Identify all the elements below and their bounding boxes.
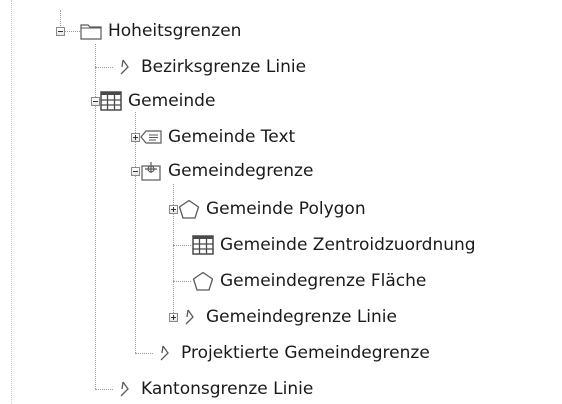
- tree-connector: [173, 245, 191, 246]
- tree-node-gemeinde-zentroidzuordnung[interactable]: Gemeinde Zentroidzuordnung: [192, 232, 476, 258]
- tree-node-gemeinde-text[interactable]: Gemeinde Text: [140, 124, 295, 150]
- line-feature-icon: [153, 342, 175, 364]
- outer-tree-guide: [11, 0, 12, 404]
- tree-node-label: Gemeindegrenze Fläche: [220, 271, 427, 291]
- tree-node-label: Gemeinde Zentroidzuordnung: [220, 235, 476, 255]
- tree-node-bezirksgrenze-linie[interactable]: Bezirksgrenze Linie: [113, 54, 306, 80]
- table-icon: [100, 90, 122, 112]
- tree-node-label: Gemeinde Polygon: [206, 199, 366, 219]
- line-feature-icon: [113, 378, 135, 400]
- collapse-toggle-gemeindegrenze[interactable]: [131, 167, 140, 176]
- tree-connector: [95, 389, 113, 390]
- collapse-toggle-hoheitsgrenzen[interactable]: [56, 27, 65, 36]
- polygon-feature-icon: [178, 198, 200, 220]
- tree-node-gemeinde-polygon[interactable]: Gemeinde Polygon: [178, 196, 366, 222]
- topic-icon: [140, 160, 162, 182]
- table-icon: [192, 234, 214, 256]
- tree-node-label: Kantonsgrenze Linie: [141, 379, 314, 399]
- tree-node-label: Projektierte Gemeindegrenze: [181, 343, 430, 363]
- tree-node-gemeinde[interactable]: Gemeinde: [100, 88, 215, 114]
- line-feature-icon: [178, 306, 200, 328]
- expand-toggle-gemeinde-text[interactable]: [131, 133, 140, 142]
- polygon-feature-icon: [192, 270, 214, 292]
- tree-node-label: Gemeinde Text: [168, 127, 296, 147]
- tree-node-gemeindegrenze-linie[interactable]: Gemeindegrenze Linie: [178, 304, 397, 330]
- line-feature-icon: [113, 56, 135, 78]
- tree-connector: [173, 281, 191, 282]
- tree-connector: [135, 353, 153, 354]
- tree-connector: [95, 67, 113, 68]
- folder-icon: [80, 20, 102, 42]
- expand-toggle-gemeindegrenze-linie[interactable]: [169, 313, 178, 322]
- tree-node-label: Bezirksgrenze Linie: [141, 57, 307, 77]
- tree-node-label: Gemeindegrenze Linie: [206, 307, 397, 327]
- tree-connector: [95, 44, 96, 389]
- expand-toggle-gemeinde-polygon[interactable]: [169, 205, 178, 214]
- tree-node-gemeindegrenze[interactable]: Gemeindegrenze: [140, 158, 313, 184]
- text-feature-icon: [140, 126, 162, 148]
- tree-node-kantonsgrenze-linie[interactable]: Kantonsgrenze Linie: [113, 376, 313, 402]
- tree-node-projektierte-gemeindegrenze[interactable]: Projektierte Gemeindegrenze: [153, 340, 430, 366]
- collapse-toggle-gemeinde[interactable]: [91, 97, 100, 106]
- tree-node-gemeindegrenze-flaeche[interactable]: Gemeindegrenze Fläche: [192, 268, 426, 294]
- tree-node-label: Gemeinde: [128, 91, 216, 111]
- tree-connector: [135, 112, 136, 353]
- tree-node-hoheitsgrenzen[interactable]: Hoheitsgrenzen: [80, 18, 241, 44]
- tree-node-label: Gemeindegrenze: [168, 161, 314, 181]
- tree-connector: [173, 184, 174, 317]
- tree-node-label: Hoheitsgrenzen: [108, 21, 242, 41]
